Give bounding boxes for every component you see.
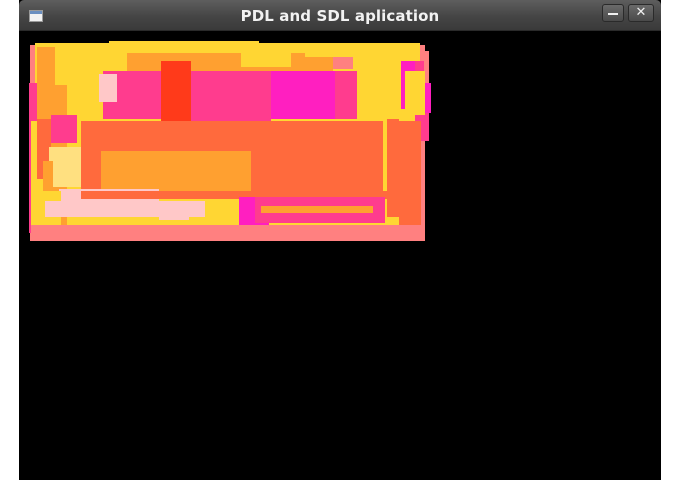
drawn-rectangle	[51, 115, 77, 143]
drawn-rectangle	[271, 71, 335, 119]
drawn-rectangle	[335, 71, 355, 119]
drawn-rectangle	[101, 151, 251, 191]
title-bar[interactable]: PDL and SDL aplication ✕	[19, 0, 661, 31]
drawn-rectangle	[75, 233, 275, 237]
drawn-rectangle	[299, 57, 333, 73]
drawn-rectangle	[399, 121, 421, 235]
minimize-icon	[608, 13, 618, 15]
drawn-rectangle	[159, 214, 189, 220]
minimize-button[interactable]	[602, 4, 624, 22]
drawn-rectangle	[261, 206, 373, 213]
close-button[interactable]: ✕	[628, 4, 654, 22]
drawn-rectangle	[191, 73, 271, 121]
drawn-rectangle	[387, 119, 399, 217]
drawn-rectangle	[117, 71, 137, 109]
sdl-window: PDL and SDL aplication ✕	[19, 0, 661, 480]
close-icon: ✕	[635, 5, 647, 20]
render-canvas[interactable]	[19, 31, 661, 480]
drawn-rectangle	[161, 61, 191, 121]
drawn-rectangle	[333, 57, 353, 69]
random-rectangles	[29, 41, 431, 241]
drawn-rectangle	[49, 147, 81, 187]
drawn-rectangle	[81, 121, 357, 151]
window-title: PDL and SDL aplication	[240, 7, 440, 25]
drawn-rectangle	[109, 41, 259, 53]
drawn-rectangle	[405, 71, 425, 115]
drawn-rectangle	[241, 53, 291, 67]
